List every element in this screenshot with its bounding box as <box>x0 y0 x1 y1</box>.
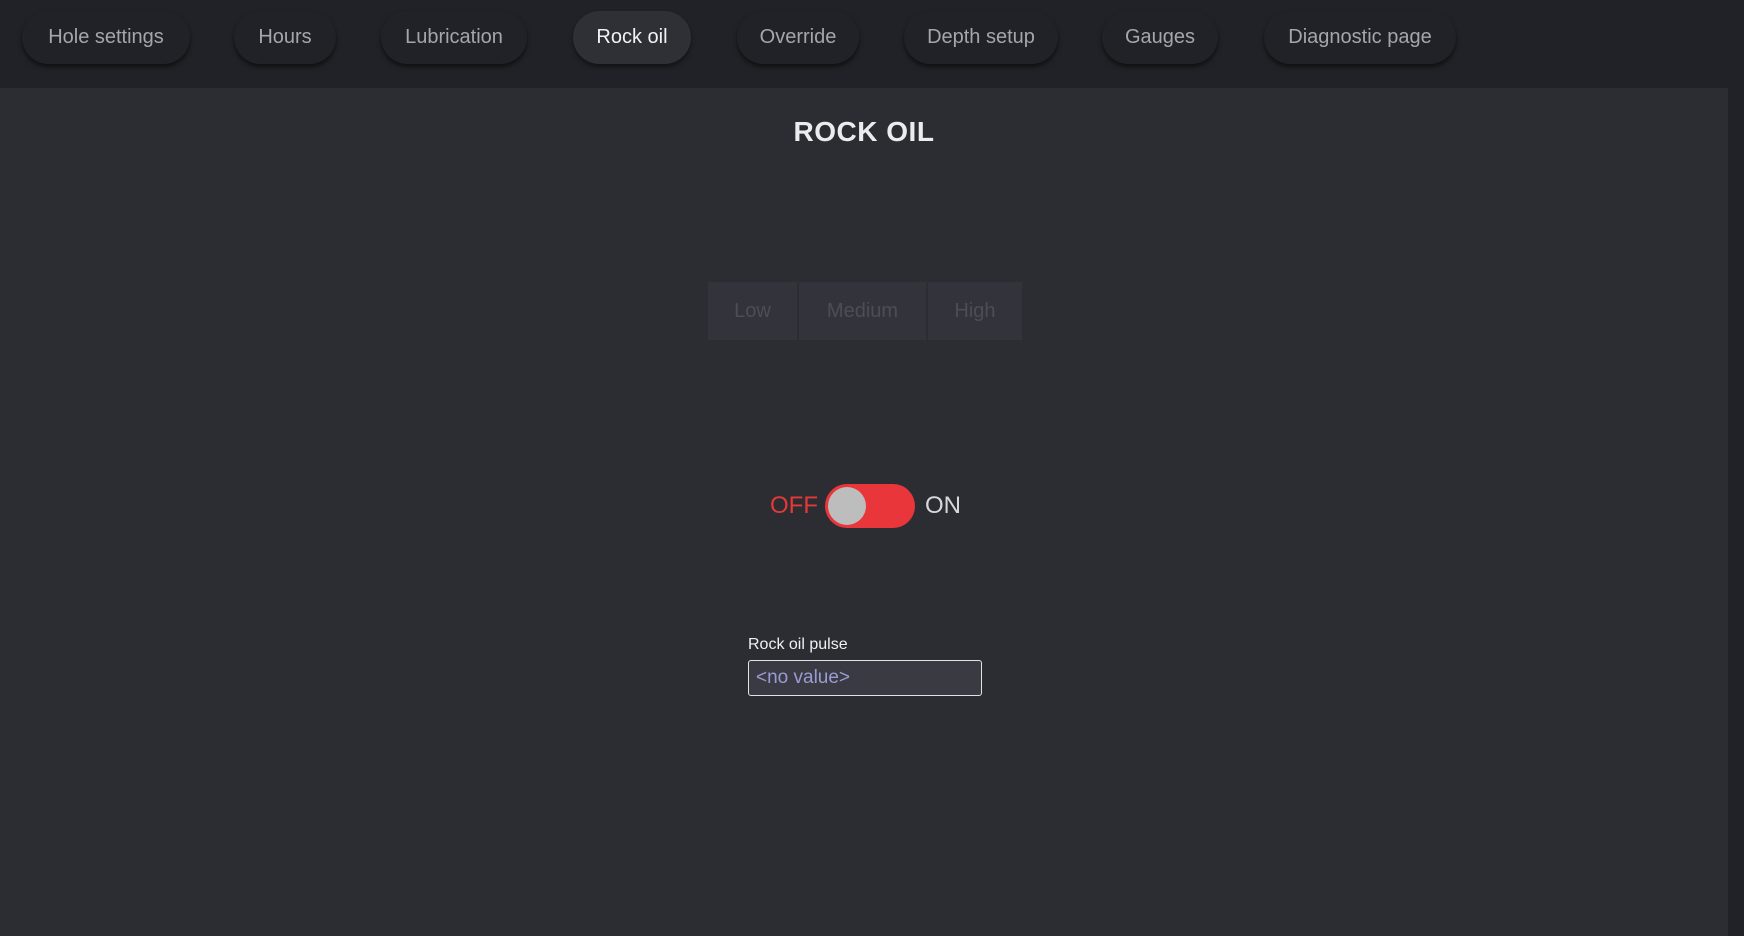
toggle-on-label: ON <box>925 492 961 519</box>
level-low-button[interactable]: Low <box>708 282 797 340</box>
rock-oil-pulse-input[interactable] <box>748 660 982 696</box>
toggle-off-label: OFF <box>770 492 818 519</box>
tab-hours[interactable]: Hours <box>234 11 336 64</box>
rock-oil-panel: ROCK OIL Low Medium High OFF ON Rock oil… <box>0 88 1728 936</box>
level-medium-button[interactable]: Medium <box>799 282 926 340</box>
rock-oil-toggle-row: OFF ON <box>0 481 1728 531</box>
page-title: ROCK OIL <box>793 116 935 147</box>
tab-rock-oil[interactable]: Rock oil <box>573 11 691 64</box>
tab-diagnostic-page[interactable]: Diagnostic page <box>1264 11 1456 64</box>
tab-depth-setup[interactable]: Depth setup <box>904 11 1058 64</box>
tab-bar: Hole settings Hours Lubrication Rock oil… <box>0 0 1744 88</box>
tab-override[interactable]: Override <box>737 11 859 64</box>
tab-gauges[interactable]: Gauges <box>1102 11 1218 64</box>
rock-oil-toggle-switch[interactable] <box>825 484 915 528</box>
level-high-button[interactable]: High <box>928 282 1022 340</box>
rock-oil-pulse-label: Rock oil pulse <box>748 636 848 653</box>
toggle-knob <box>828 487 866 525</box>
tab-lubrication[interactable]: Lubrication <box>381 11 527 64</box>
tab-hole-settings[interactable]: Hole settings <box>22 11 190 64</box>
